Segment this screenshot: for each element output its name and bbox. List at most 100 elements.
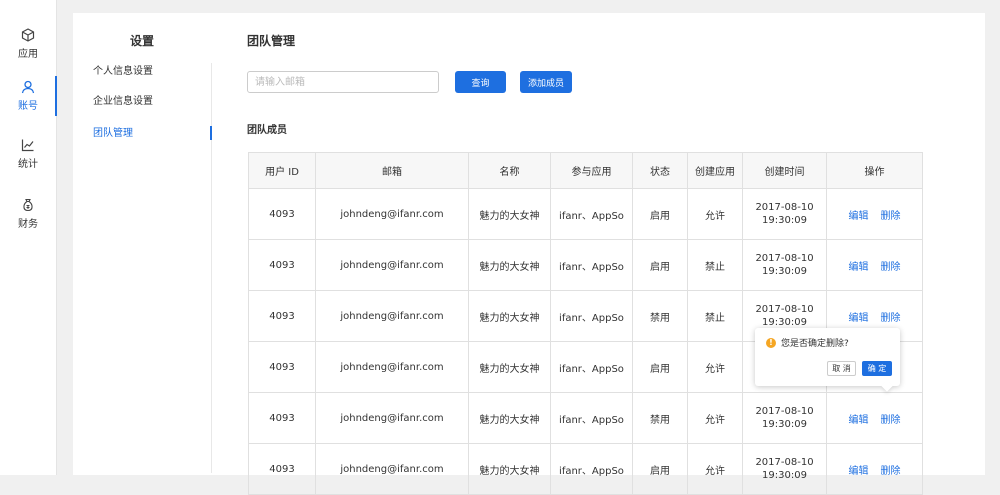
nav-item-stats[interactable]: 统计: [0, 134, 56, 174]
table-row: 4093 johndeng@ifanr.com 魅力的大女神 ifanr、App…: [248, 188, 923, 240]
cell-name: 魅力的大女神: [468, 239, 551, 291]
created-date: 2017-08-10: [755, 406, 814, 417]
edit-link[interactable]: 编辑: [849, 313, 869, 324]
cell-email: johndeng@ifanr.com: [315, 290, 469, 342]
cell-email: johndeng@ifanr.com: [315, 392, 469, 444]
nav-label-account: 账号: [18, 101, 38, 112]
delete-link[interactable]: 删除: [881, 415, 901, 426]
created-clock: 19:30:09: [762, 215, 807, 226]
column-header: 参与应用: [550, 152, 633, 189]
cell-created-time: 2017-08-10 19:30:09: [742, 443, 827, 495]
cell-created-time: 2017-08-10 19:30:09: [742, 188, 827, 240]
cell-status: 启用: [632, 239, 688, 291]
cell-user-id: 4093: [248, 290, 316, 342]
warning-icon: !: [766, 338, 776, 348]
members-table: 用户 ID 邮箱 名称 参与应用 状态 创建应用 创建时间 操作 4093 jo…: [248, 152, 923, 495]
cell-create-app: 禁止: [687, 239, 743, 291]
column-header: 用户 ID: [248, 152, 316, 189]
cell-user-id: 4093: [248, 188, 316, 240]
cell-apps: ifanr、AppSo: [550, 443, 633, 495]
delete-link[interactable]: 删除: [881, 313, 901, 324]
table-row: 4093 johndeng@ifanr.com 魅力的大女神 ifanr、App…: [248, 392, 923, 444]
delete-link[interactable]: 删除: [881, 262, 901, 273]
created-date: 2017-08-10: [755, 253, 814, 264]
created-date: 2017-08-10: [755, 304, 814, 315]
cell-email: johndeng@ifanr.com: [315, 188, 469, 240]
nav-item-apps[interactable]: 应用: [0, 24, 56, 64]
created-clock: 19:30:09: [762, 470, 807, 481]
cell-actions: 编辑 删除: [826, 188, 923, 240]
nav-label-stats: 统计: [18, 159, 38, 170]
cell-user-id: 4093: [248, 239, 316, 291]
cell-status: 禁用: [632, 290, 688, 342]
user-icon: [21, 80, 35, 94]
settings-title: 设置: [130, 34, 155, 48]
money-bag-icon: [23, 198, 33, 212]
column-header: 操作: [826, 152, 923, 189]
cell-status: 禁用: [632, 392, 688, 444]
column-header: 创建时间: [742, 152, 827, 189]
cell-apps: ifanr、AppSo: [550, 392, 633, 444]
nav-item-finance[interactable]: 财务: [0, 194, 56, 234]
nav-label-finance: 财务: [18, 219, 38, 230]
cell-actions: 编辑 删除: [826, 239, 923, 291]
created-clock: 19:30:09: [762, 266, 807, 277]
email-search-input[interactable]: [247, 71, 439, 93]
nav-label-apps: 应用: [18, 49, 38, 60]
cell-email: johndeng@ifanr.com: [315, 443, 469, 495]
chart-icon: [21, 139, 34, 152]
column-header: 创建应用: [687, 152, 743, 189]
edit-link[interactable]: 编辑: [849, 211, 869, 222]
delete-confirm-popover: ! 您是否确定删除? 取 消 确 定: [755, 328, 900, 392]
cell-actions: 编辑 删除: [826, 392, 923, 444]
cell-status: 启用: [632, 188, 688, 240]
nav-item-account[interactable]: 账号: [0, 76, 57, 116]
cell-create-app: 允许: [687, 443, 743, 495]
created-clock: 19:30:09: [762, 317, 807, 328]
section-title: 团队成员: [247, 125, 287, 136]
cell-email: johndeng@ifanr.com: [315, 341, 469, 393]
cell-apps: ifanr、AppSo: [550, 290, 633, 342]
popover-message: 您是否确定删除?: [781, 339, 849, 349]
settings-item-team[interactable]: 团队管理: [93, 124, 133, 139]
edit-link[interactable]: 编辑: [849, 415, 869, 426]
created-date: 2017-08-10: [755, 202, 814, 213]
table-row: 4093 johndeng@ifanr.com 魅力的大女神 ifanr、App…: [248, 443, 923, 495]
cell-status: 启用: [632, 443, 688, 495]
cell-apps: ifanr、AppSo: [550, 239, 633, 291]
cell-create-app: 允许: [687, 341, 743, 393]
query-button[interactable]: 查询: [455, 71, 506, 93]
edit-link[interactable]: 编辑: [849, 262, 869, 273]
table-header-row: 用户 ID 邮箱 名称 参与应用 状态 创建应用 创建时间 操作: [248, 152, 923, 189]
settings-item-personal[interactable]: 个人信息设置: [93, 62, 153, 77]
cell-user-id: 4093: [248, 443, 316, 495]
table-row: 4093 johndeng@ifanr.com 魅力的大女神 ifanr、App…: [248, 239, 923, 291]
created-clock: 19:30:09: [762, 419, 807, 430]
page-title: 团队管理: [247, 34, 296, 48]
cell-created-time: 2017-08-10 19:30:09: [742, 392, 827, 444]
cell-create-app: 允许: [687, 188, 743, 240]
cell-create-app: 允许: [687, 392, 743, 444]
settings-active-indicator: [210, 126, 212, 140]
cell-user-id: 4093: [248, 341, 316, 393]
cell-name: 魅力的大女神: [468, 443, 551, 495]
cell-status: 启用: [632, 341, 688, 393]
cell-created-time: 2017-08-10 19:30:09: [742, 239, 827, 291]
popover-confirm-button[interactable]: 确 定: [862, 361, 892, 376]
column-header: 状态: [632, 152, 688, 189]
column-header: 邮箱: [315, 152, 469, 189]
add-member-button[interactable]: 添加成员: [520, 71, 572, 93]
cell-user-id: 4093: [248, 392, 316, 444]
cell-name: 魅力的大女神: [468, 392, 551, 444]
settings-divider: [211, 63, 212, 473]
cell-apps: ifanr、AppSo: [550, 341, 633, 393]
settings-item-company[interactable]: 企业信息设置: [93, 92, 153, 107]
cell-apps: ifanr、AppSo: [550, 188, 633, 240]
content-panel: 设置 个人信息设置 企业信息设置 团队管理 团队管理 查询 添加成员 团队成员 …: [73, 13, 985, 495]
delete-link[interactable]: 删除: [881, 211, 901, 222]
cell-email: johndeng@ifanr.com: [315, 239, 469, 291]
cube-icon: [21, 28, 35, 42]
column-header: 名称: [468, 152, 551, 189]
popover-cancel-button[interactable]: 取 消: [827, 361, 856, 376]
created-date: 2017-08-10: [755, 457, 814, 468]
